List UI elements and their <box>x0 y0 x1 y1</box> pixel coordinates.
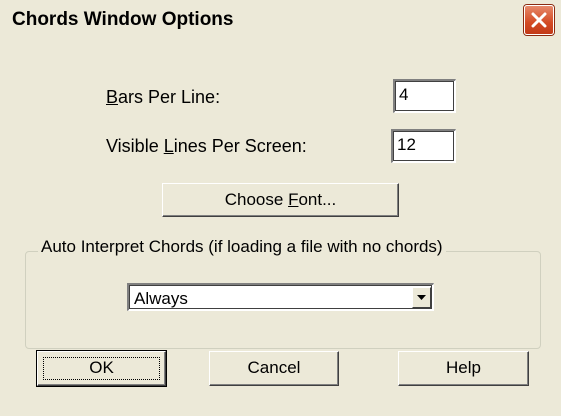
title-bar: Chords Window Options <box>0 0 561 40</box>
help-button[interactable]: Help <box>398 351 529 386</box>
choose-font-button[interactable]: Choose Font... <box>162 183 399 217</box>
close-button[interactable] <box>524 5 554 35</box>
bars-per-line-input[interactable]: 4 <box>393 79 456 113</box>
auto-interpret-selected-value: Always <box>134 289 188 308</box>
visible-lines-label: Visible Lines Per Screen: <box>106 136 307 156</box>
dialog-title: Chords Window Options <box>12 9 234 30</box>
focus-rectangle <box>43 357 160 380</box>
dialog-body: Bars Per Line: 4 Visible Lines Per Scree… <box>0 42 561 416</box>
auto-interpret-legend: Auto Interpret Chords (if loading a file… <box>38 237 446 257</box>
visible-lines-input[interactable]: 12 <box>391 129 456 163</box>
auto-interpret-select[interactable]: Always <box>127 283 434 311</box>
cancel-button[interactable]: Cancel <box>209 351 339 386</box>
close-icon <box>531 12 547 28</box>
bars-per-line-label: Bars Per Line: <box>106 87 221 107</box>
chevron-down-icon <box>417 295 426 300</box>
ok-button[interactable]: OK <box>36 350 167 387</box>
dropdown-arrow-button[interactable] <box>412 287 431 308</box>
